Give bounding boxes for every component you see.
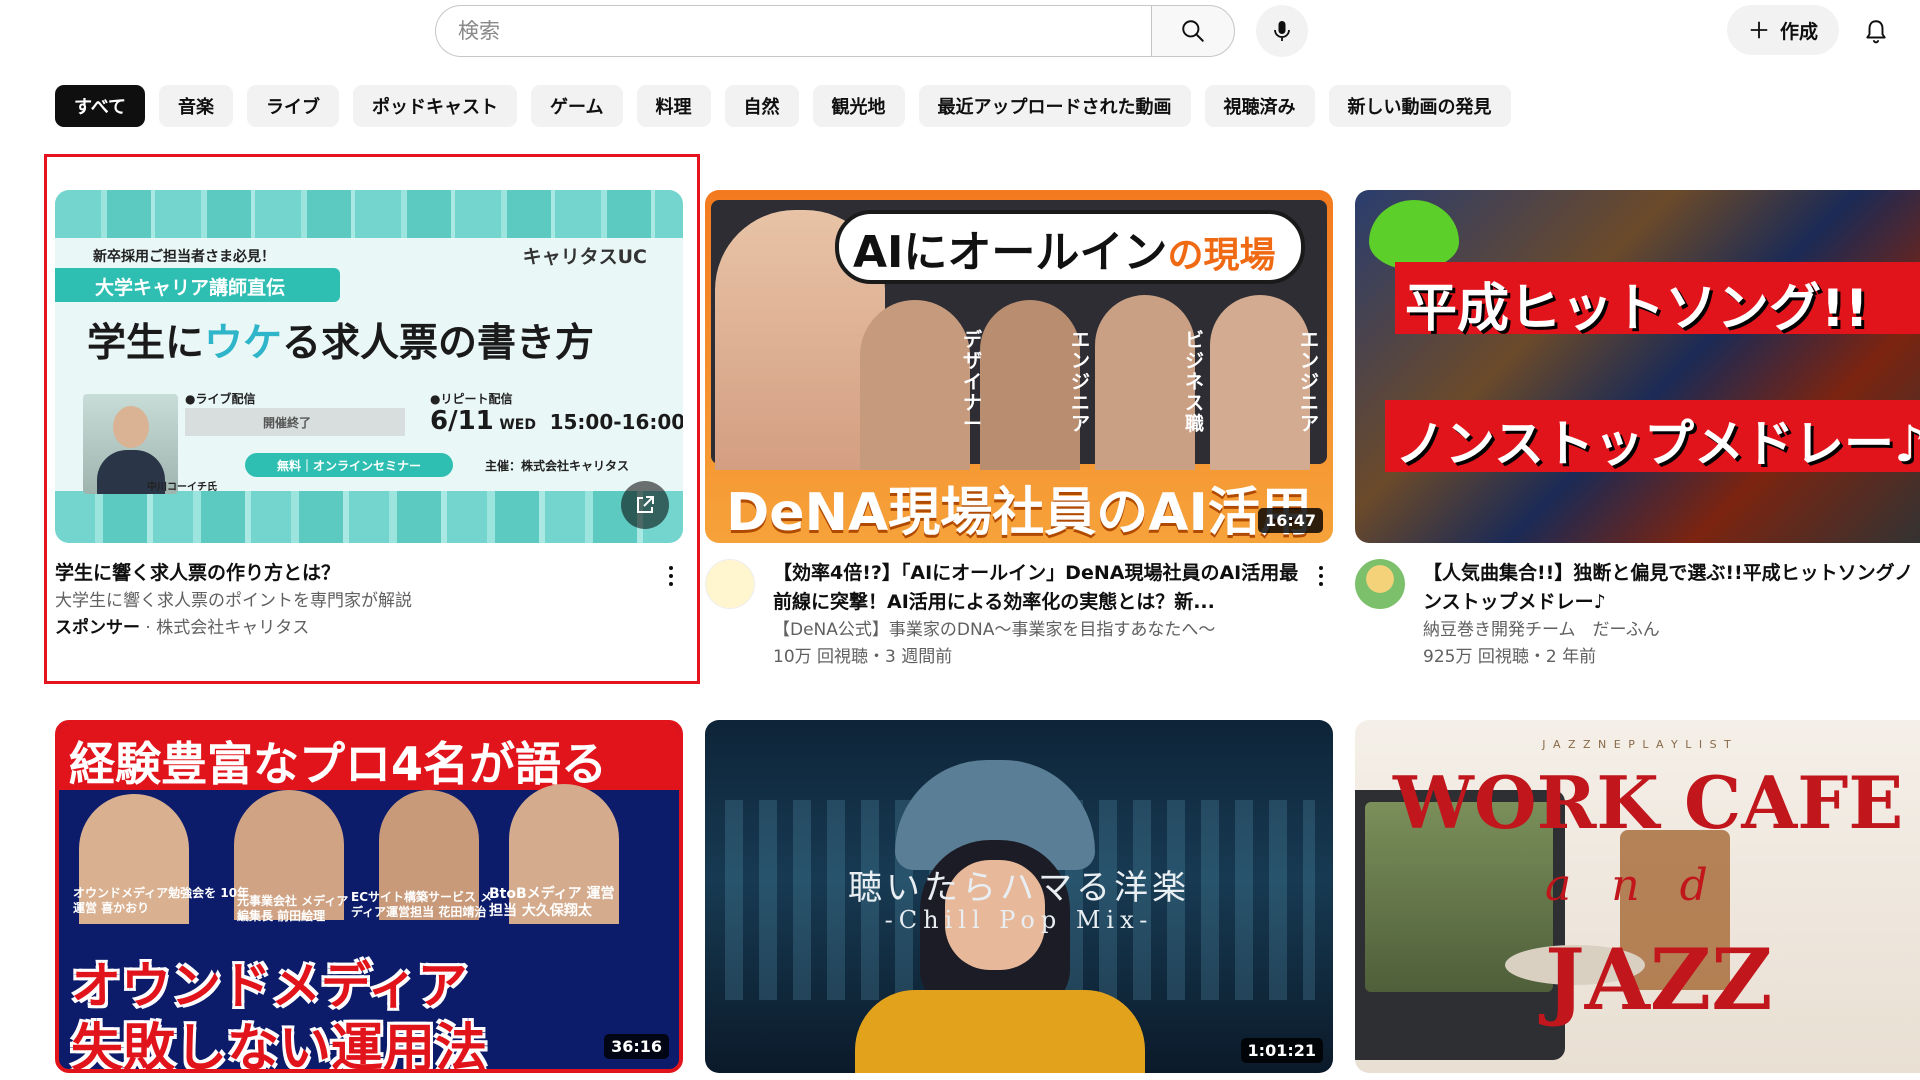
thumb-role: ビジネス職: [1185, 329, 1205, 435]
thumb-person-label: 元事業会社 メディア編集長 前田絵理: [237, 894, 349, 923]
chip-recently-uploaded[interactable]: 最近アップロードされた動画: [918, 85, 1191, 127]
create-label: 作成: [1779, 20, 1818, 43]
thumb-person: [1210, 295, 1310, 470]
filter-chips: すべて 音楽 ライブ ポッドキャスト ゲーム 料理 自然 観光地 最近アップロー…: [55, 85, 1511, 127]
chip-nature[interactable]: 自然: [724, 85, 799, 127]
thumb-bottom-text: DeNA現場社員のAI活用: [726, 483, 1312, 543]
video-card[interactable]: AIにオールインの現場 デザイナー エンジニア ビジネス職 エンジニア DeNA…: [705, 190, 1333, 671]
thumb-person: [1095, 295, 1195, 470]
thumb-top: 経験豊富なプロ4名が語る: [69, 737, 608, 791]
thumb-headline-a: AIにオールイン: [853, 227, 1168, 278]
thumb-person-label: オウンドメディア勉強会を 10年運営 喜かおり: [73, 886, 250, 915]
chip-all[interactable]: すべて: [55, 85, 146, 127]
video-title[interactable]: 【効率4倍!?】「AIにオールイン」DeNA現場社員のAI活用最前線に突撃！AI…: [773, 559, 1313, 617]
thumb-subtitle: -Chill Pop Mix-: [884, 906, 1154, 934]
chip-music[interactable]: 音楽: [159, 85, 234, 127]
video-stats: 925万 回視聴・2 年前: [1423, 647, 1597, 667]
video-stats: 10万 回視聴・3 週間前: [773, 647, 953, 667]
video-thumbnail[interactable]: 聴いたらハマる洋楽 -Chill Pop Mix- 1:01:21: [705, 720, 1333, 1073]
thumb-role: エンジニア: [1071, 329, 1091, 435]
video-duration: 36:16: [604, 1034, 669, 1059]
thumb-headline: AIにオールインの現場: [853, 216, 1275, 280]
chip-watched[interactable]: 視聴済み: [1204, 85, 1315, 127]
thumb-title: 聴いたらハマる洋楽: [848, 868, 1190, 908]
thumb-jacket: [855, 990, 1145, 1073]
thumb-role: エンジニア: [1300, 329, 1320, 435]
search-input[interactable]: [458, 19, 1151, 43]
thumb-line1: 平成ヒットソング!!: [1405, 279, 1869, 339]
more-options-icon[interactable]: [1309, 561, 1333, 591]
thumb-person-label: ECサイト構築サービス メディア運営担当 花田靖治: [351, 890, 493, 919]
thumb-headline-b: の現場: [1167, 235, 1276, 276]
video-duration: 16:47: [1258, 508, 1323, 533]
video-thumbnail[interactable]: AIにオールインの現場 デザイナー エンジニア ビジネス職 エンジニア DeNA…: [705, 190, 1333, 543]
thumb-person: [860, 300, 970, 470]
thumb-role: デザイナー: [963, 329, 983, 435]
video-card[interactable]: 経験豊富なプロ4名が語る オウンドメディア勉強会を 10年運営 喜かおり 元事業…: [55, 720, 683, 1073]
video-card[interactable]: J A Z Z N E P L A Y L I S T WORK CAFE an…: [1355, 720, 1920, 1073]
plus-icon: [1750, 21, 1768, 39]
thumb-person: [980, 300, 1080, 470]
video-duration: 1:01:21: [1240, 1038, 1323, 1063]
bell-icon: [1866, 20, 1886, 44]
thumb-line2: ノンストップメドレー♪: [1395, 415, 1920, 473]
chip-tourism[interactable]: 観光地: [812, 85, 905, 127]
top-bar: 作成: [0, 0, 1920, 62]
chip-podcast[interactable]: ポッドキャスト: [353, 85, 518, 127]
thumb-and: and: [1545, 860, 1748, 911]
channel-avatar[interactable]: [1355, 559, 1405, 609]
video-card[interactable]: 平成ヒットソング!! ノンストップメドレー♪ 【人気曲集合!!】独断と偏見で選ぶ…: [1355, 190, 1920, 671]
thumb-top: J A Z Z N E P L A Y L I S T: [1542, 738, 1733, 751]
chip-cooking[interactable]: 料理: [636, 85, 711, 127]
channel-avatar[interactable]: [705, 559, 755, 609]
highlight-box: [44, 154, 700, 684]
notifications-button[interactable]: [1853, 8, 1899, 54]
video-thumbnail[interactable]: 経験豊富なプロ4名が語る オウンドメディア勉強会を 10年運営 喜かおり 元事業…: [55, 720, 683, 1073]
search-box[interactable]: [435, 5, 1151, 57]
heart-graphic: [1369, 200, 1459, 270]
channel-name[interactable]: 納豆巻き開発チーム だーふん: [1423, 617, 1920, 644]
video-title[interactable]: 【人気曲集合!!】独断と偏見で選ぶ!!平成ヒットソングノンストップメドレー♪: [1423, 559, 1920, 617]
create-button[interactable]: 作成: [1727, 5, 1839, 55]
thumb-line2: 失敗しない運用法: [71, 1019, 488, 1073]
video-meta: 【効率4倍!?】「AIにオールイン」DeNA現場社員のAI活用最前線に突撃！AI…: [705, 559, 1333, 671]
thumb-jazz: JAZZ: [1545, 930, 1773, 1029]
video-thumbnail[interactable]: J A Z Z N E P L A Y L I S T WORK CAFE an…: [1355, 720, 1920, 1073]
search-icon: [1182, 20, 1204, 42]
search-bar: [435, 5, 1235, 57]
chip-live[interactable]: ライブ: [247, 85, 340, 127]
chip-new-to-you[interactable]: 新しい動画の発見: [1328, 85, 1511, 127]
video-meta: 【人気曲集合!!】独断と偏見で選ぶ!!平成ヒットソングノンストップメドレー♪ 納…: [1355, 559, 1920, 671]
search-button[interactable]: [1151, 5, 1235, 57]
voice-search-button[interactable]: [1256, 5, 1308, 57]
thumb-work: WORK CAFE: [1393, 760, 1904, 845]
video-thumbnail[interactable]: 平成ヒットソング!! ノンストップメドレー♪: [1355, 190, 1920, 543]
chip-gaming[interactable]: ゲーム: [531, 85, 623, 127]
thumb-person-label: BtoBメディア 運営担当 大久保翔太: [489, 886, 615, 919]
microphone-icon: [1274, 21, 1290, 41]
channel-name[interactable]: 【DeNA公式】事業家のDNA～事業家を目指すあなたへ～: [773, 617, 1313, 644]
video-card[interactable]: 聴いたらハマる洋楽 -Chill Pop Mix- 1:01:21: [705, 720, 1333, 1073]
